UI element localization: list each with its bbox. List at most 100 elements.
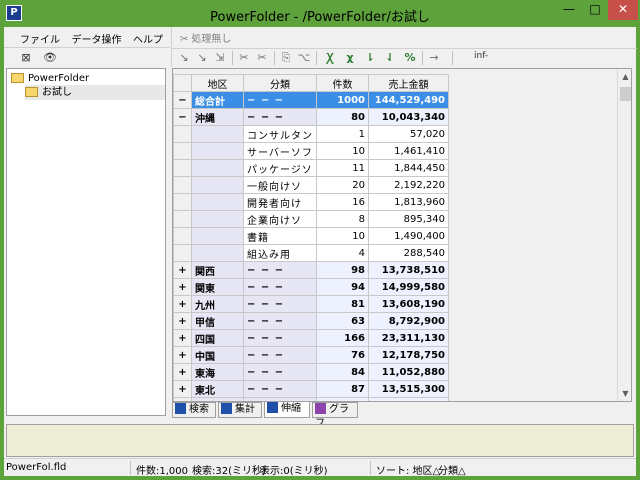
detail-row[interactable]: パッケージソ 11 1,844,450: [173, 159, 449, 177]
toolbar-separator: [452, 51, 453, 65]
sort-desc-icon[interactable]: ⇃: [382, 50, 398, 66]
expand-toggle-icon[interactable]: +: [173, 312, 192, 330]
arrow-right-icon[interactable]: →: [426, 50, 442, 66]
total-row[interactable]: − 総合計 − − −1000 144,529,490: [173, 91, 449, 109]
count-cell: 80: [316, 108, 369, 126]
category-cell: − − −: [243, 261, 317, 279]
vertical-scrollbar[interactable]: ▲ ▼: [617, 69, 631, 401]
region-cell: [191, 193, 244, 211]
maximize-button[interactable]: □: [582, 0, 608, 20]
group-row[interactable]: + 東海 − − −84 11,052,880: [173, 363, 449, 381]
header-row: 地区 分類 件数 売上金額: [173, 74, 449, 92]
category-cell: パッケージソ: [243, 159, 317, 177]
expand-toggle-icon[interactable]: +: [173, 380, 192, 398]
detail-row[interactable]: 書籍 10 1,490,400: [173, 227, 449, 245]
category-cell: − − −: [243, 295, 317, 313]
scissors-gray-icon: ✂: [180, 34, 189, 45]
count-cell: 11: [316, 159, 369, 177]
count-cell: 98: [316, 261, 369, 279]
count-cell: 8: [316, 210, 369, 228]
cursor-select-icon[interactable]: ⇲: [212, 50, 228, 66]
expand-toggle-icon[interactable]: +: [173, 329, 192, 347]
scroll-up-icon[interactable]: ▲: [618, 69, 631, 84]
sales-cell: 14,999,580: [368, 278, 449, 296]
tree-item-child[interactable]: お試し: [25, 85, 165, 100]
row-toggle-cell: [173, 244, 192, 262]
copy-icon[interactable]: ⎘: [278, 50, 294, 66]
header-region[interactable]: 地区: [191, 74, 244, 92]
tab-label: 集計: [235, 404, 255, 415]
region-cell: 東北: [191, 380, 244, 398]
detail-row[interactable]: コンサルタン 1 57,020: [173, 125, 449, 143]
group-row[interactable]: + 関西 − − −98 13,738,510: [173, 261, 449, 279]
data-grid[interactable]: 地区 分類 件数 売上金額 − 総合計 − − −1000 144,529,490− 沖…: [172, 68, 632, 402]
sales-cell: 11,052,880: [368, 363, 449, 381]
sort-asc-icon[interactable]: ⇂: [362, 50, 378, 66]
expand-toggle-icon[interactable]: −: [173, 91, 192, 109]
detail-row[interactable]: サーバーソフ 10 1,461,410: [173, 142, 449, 160]
x-sum-icon[interactable]: Ꭓ: [322, 50, 338, 66]
expand-toggle-icon[interactable]: −: [173, 108, 192, 126]
tree-item-root[interactable]: PowerFolder: [11, 71, 89, 86]
expand-toggle-icon[interactable]: +: [173, 295, 192, 313]
expand-toggle-icon[interactable]: +: [173, 278, 192, 296]
group-row[interactable]: + 東北 − − −87 13,515,300: [173, 380, 449, 398]
x-cross-icon[interactable]: χ: [342, 50, 358, 66]
region-cell: 四国: [191, 329, 244, 347]
sales-cell: 13,738,510: [368, 261, 449, 279]
html-icon[interactable]: ⌥: [296, 50, 312, 66]
infinity-label[interactable]: inf-: [474, 51, 488, 61]
group-row[interactable]: + 甲信 − − −63 8,792,900: [173, 312, 449, 330]
toolbar-separator: [232, 51, 233, 65]
scroll-thumb[interactable]: [620, 87, 631, 101]
expand-toggle-icon[interactable]: +: [173, 261, 192, 279]
region-cell: 関西: [191, 261, 244, 279]
header-category[interactable]: 分類: [243, 74, 317, 92]
category-cell: − − −: [243, 312, 317, 330]
group-row[interactable]: + 中国 − − −76 12,178,750: [173, 346, 449, 364]
close-button[interactable]: ✕: [608, 0, 638, 20]
tab-label: 伸縮: [281, 403, 301, 414]
sales-cell: 13,608,190: [368, 295, 449, 313]
pivot-table: 地区 分類 件数 売上金額 − 総合計 − − −1000 144,529,490− 沖…: [173, 74, 449, 401]
cursor-filter-icon[interactable]: ↘: [194, 50, 210, 66]
eye-icon[interactable]: 👁: [42, 50, 58, 66]
tab-expand[interactable]: 伸縮: [264, 401, 310, 418]
tree-view-icon[interactable]: ⊠: [18, 50, 34, 66]
menu-file[interactable]: ファイル: [16, 27, 64, 46]
region-cell: 中国: [191, 346, 244, 364]
sales-cell: 12,178,750: [368, 346, 449, 364]
tab-graph[interactable]: グラフ: [312, 402, 358, 429]
region-cell: [191, 142, 244, 160]
group-row[interactable]: − 沖縄 − − −80 10,043,340: [173, 108, 449, 126]
menu-data-ops[interactable]: データ操作: [68, 27, 126, 46]
detail-row[interactable]: 一般向けソ 20 2,192,220: [173, 176, 449, 194]
group-row[interactable]: + 関東 − − −94 14,999,580: [173, 278, 449, 296]
detail-row[interactable]: 企業向けソ 8 895,340: [173, 210, 449, 228]
detail-row[interactable]: 組込み用 4 288,540: [173, 244, 449, 262]
scroll-down-icon[interactable]: ▼: [618, 386, 631, 401]
cut-icon[interactable]: ✂: [236, 50, 252, 66]
expand-toggle-icon[interactable]: +: [173, 346, 192, 364]
header-count[interactable]: 件数: [316, 74, 369, 92]
detail-row[interactable]: 開発者向け 16 1,813,960: [173, 193, 449, 211]
processing-label: 処理無し: [191, 34, 232, 45]
header-sales[interactable]: 売上金額: [368, 74, 449, 92]
region-cell: [191, 227, 244, 245]
expand-toggle-icon[interactable]: +: [173, 363, 192, 381]
count-cell: 20: [316, 176, 369, 194]
menu-help[interactable]: ヘルプ: [129, 27, 167, 46]
title-bar[interactable]: P PowerFolder - /PowerFolder/お試し — □ ✕: [0, 0, 640, 27]
group-row[interactable]: + 九州 − − −81 13,608,190: [173, 295, 449, 313]
group-row[interactable]: + 四国 − − −166 23,311,130: [173, 329, 449, 347]
cut-all-icon[interactable]: ✂: [254, 50, 270, 66]
bottom-tabs: 検索 集計 伸縮 グラフ: [172, 401, 632, 429]
output-area[interactable]: [6, 424, 634, 457]
tab-search[interactable]: 検索: [172, 402, 216, 418]
minimize-button[interactable]: —: [556, 0, 582, 20]
count-cell: 81: [316, 295, 369, 313]
tab-aggregate[interactable]: 集計: [218, 402, 262, 418]
percent-icon[interactable]: %: [402, 50, 418, 66]
folder-tree[interactable]: PowerFolder お試し: [6, 68, 166, 416]
cursor-icon[interactable]: ↘: [176, 50, 192, 66]
